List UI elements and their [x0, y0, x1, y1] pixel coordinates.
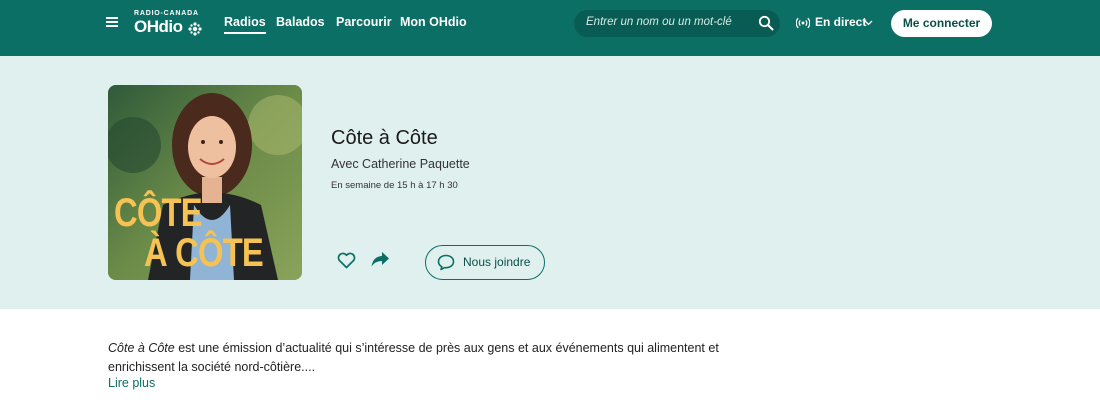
login-button[interactable]: Me connecter [891, 10, 992, 37]
read-more-link[interactable]: Lire plus [108, 376, 155, 390]
share-arrow-icon[interactable] [370, 251, 390, 268]
contact-label: Nous joindre [463, 255, 531, 269]
heart-icon[interactable] [337, 252, 356, 269]
chat-bubble-icon [437, 254, 455, 271]
cover-title-line-1: CÔTE [114, 191, 203, 235]
description-text: est une émission d’actualité qui s’intér… [108, 341, 719, 374]
top-navigation-bar: RADIO-CANADA OHdio Radios Balados Parcou… [0, 0, 1100, 56]
show-title: Côte à Côte [331, 127, 438, 149]
search-placeholder: Entrer un nom ou un mot-clé [586, 16, 732, 28]
show-schedule: En semaine de 15 h à 17 h 30 [331, 180, 458, 191]
radio-waves-icon [796, 17, 810, 29]
show-hero: CÔTE À CÔTE Côte à Côte Avec Catherine P… [0, 56, 1100, 309]
cover-title-line-2: À CÔTE [144, 231, 264, 275]
contact-button[interactable]: Nous joindre [425, 245, 545, 280]
logo-ohdio-text: OHdio [134, 17, 183, 36]
description-show-name: Côte à Côte [108, 341, 175, 355]
chevron-down-icon [864, 20, 873, 26]
menu-icon[interactable] [106, 15, 120, 29]
ohdio-logo[interactable]: RADIO-CANADA OHdio [134, 10, 204, 40]
show-description: Côte à Côte est une émission d’actualité… [108, 339, 728, 377]
show-cover-image: CÔTE À CÔTE [108, 85, 302, 280]
search-input[interactable]: Entrer un nom ou un mot-clé [574, 10, 780, 37]
live-label: En direct [815, 15, 867, 29]
nav-parcourir[interactable]: Parcourir [336, 15, 392, 29]
show-host: Avec Catherine Paquette [331, 157, 470, 171]
logo-radio-canada-text: RADIO-CANADA [134, 10, 199, 17]
nav-mon-ohdio[interactable]: Mon OHdio [400, 15, 467, 29]
nav-radios[interactable]: Radios [224, 15, 266, 34]
nav-balados[interactable]: Balados [276, 15, 325, 29]
cbc-gem-icon [188, 22, 202, 36]
search-icon[interactable] [758, 15, 774, 31]
